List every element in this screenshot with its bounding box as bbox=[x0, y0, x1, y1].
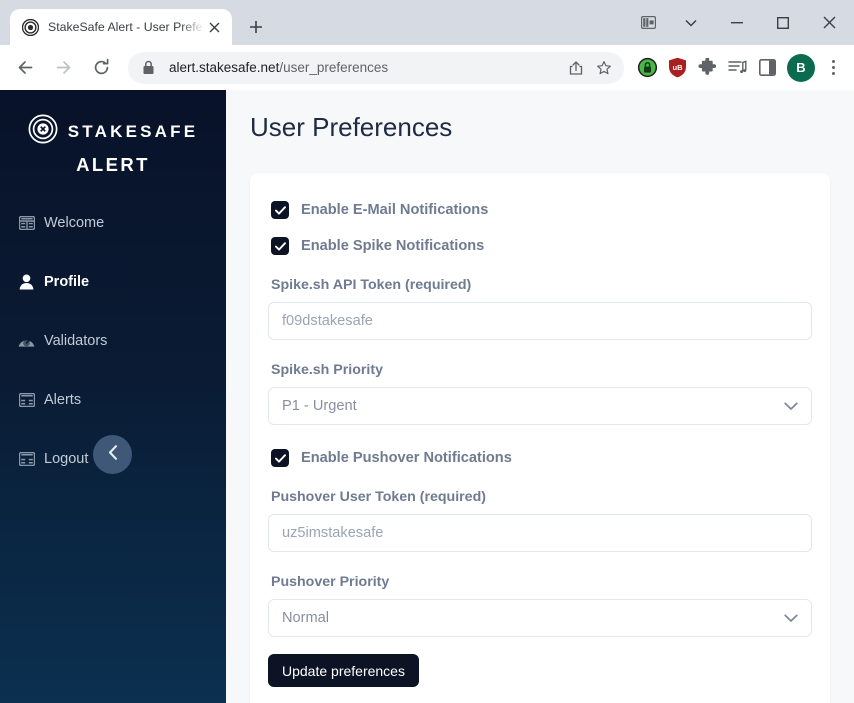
user-icon bbox=[18, 273, 35, 290]
spike-notifications-label: Enable Spike Notifications bbox=[301, 238, 485, 254]
sidebar-item-label: Logout bbox=[44, 450, 89, 467]
share-icon[interactable] bbox=[562, 54, 590, 82]
avatar-letter: B bbox=[796, 60, 806, 75]
svg-text:uB: uB bbox=[672, 63, 683, 72]
spike-notifications-checkbox[interactable] bbox=[271, 237, 289, 255]
avatar[interactable]: B bbox=[787, 53, 815, 82]
window-controls bbox=[628, 0, 854, 45]
menu-dot bbox=[831, 72, 835, 75]
tab-strip: StakeSafe Alert - User Preferences bbox=[0, 0, 628, 45]
reading-list-icon[interactable] bbox=[722, 53, 752, 83]
spike-priority-label: Spike.sh Priority bbox=[271, 362, 383, 378]
update-preferences-label: Update preferences bbox=[282, 662, 405, 679]
sidebar-collapse-button[interactable] bbox=[93, 435, 132, 474]
preferences-card: Enable E-Mail Notifications Enable Spike… bbox=[250, 173, 830, 703]
main-content: User Preferences Enable E-Mail Notificat… bbox=[226, 90, 854, 703]
sidebar-item-label: Profile bbox=[44, 273, 90, 290]
sidebar-item-validators[interactable]: Validators bbox=[0, 320, 226, 361]
minimize-button[interactable] bbox=[714, 7, 760, 39]
sidebar-item-label: Welcome bbox=[44, 214, 105, 231]
url-path: /user_preferences bbox=[279, 60, 389, 75]
stakesafe-target-logo bbox=[28, 114, 58, 149]
pushover-priority-value: Normal bbox=[282, 610, 330, 626]
ublock-shield-icon[interactable]: uB bbox=[662, 53, 692, 83]
pushover-token-input[interactable]: uz5imstakesafe bbox=[268, 514, 812, 552]
sidebar-item-welcome[interactable]: Welcome bbox=[0, 202, 226, 243]
maximize-button[interactable] bbox=[760, 7, 806, 39]
chevron-down-icon[interactable] bbox=[668, 7, 714, 39]
app-sidebar: STAKESAFE ALERT Welcome Profile Validato… bbox=[0, 90, 226, 703]
side-panel-icon[interactable] bbox=[752, 53, 782, 83]
spike-priority-value: P1 - Urgent bbox=[282, 398, 357, 414]
brand-name: STAKESAFE bbox=[67, 121, 199, 141]
brand-subtitle: ALERT bbox=[76, 154, 150, 175]
star-icon[interactable] bbox=[590, 54, 618, 82]
tab-title: StakeSafe Alert - User Preferences bbox=[48, 20, 204, 34]
grid-icon bbox=[18, 214, 35, 231]
chevron-down-icon bbox=[784, 614, 798, 623]
url-text: alert.stakesafe.net/user_preferences bbox=[169, 60, 562, 75]
spike-token-input[interactable]: f09dstakesafe bbox=[268, 302, 812, 340]
sidebar-item-label: Validators bbox=[44, 332, 108, 349]
browser-toolbar: alert.stakesafe.net/user_preferences uB … bbox=[0, 45, 854, 90]
close-icon[interactable] bbox=[204, 17, 224, 37]
pushover-token-label: Pushover User Token (required) bbox=[271, 489, 486, 505]
spike-token-label: Spike.sh API Token (required) bbox=[271, 277, 472, 293]
pushover-token-value: uz5imstakesafe bbox=[282, 525, 384, 541]
target-favicon bbox=[21, 18, 40, 36]
pushover-priority-select[interactable]: Normal bbox=[268, 599, 812, 637]
check-icon bbox=[274, 241, 286, 251]
menu-dot bbox=[831, 60, 835, 63]
page-title: User Preferences bbox=[250, 112, 453, 142]
sidebar-item-label: Alerts bbox=[44, 391, 82, 408]
email-notifications-checkbox[interactable] bbox=[271, 201, 289, 219]
pushover-priority-label: Pushover Priority bbox=[271, 574, 390, 590]
url-host: alert.stakesafe.net bbox=[169, 60, 280, 75]
check-icon bbox=[274, 205, 286, 215]
pushover-notifications-label: Enable Pushover Notifications bbox=[301, 450, 512, 466]
browser-titlebar: StakeSafe Alert - User Preferences bbox=[0, 0, 854, 45]
three-dot-menu-icon[interactable] bbox=[820, 53, 846, 83]
email-notifications-label: Enable E-Mail Notifications bbox=[301, 202, 489, 218]
address-bar[interactable]: alert.stakesafe.net/user_preferences bbox=[128, 51, 624, 84]
sidebar-item-profile[interactable]: Profile bbox=[0, 261, 226, 302]
brand-row: STAKESAFE bbox=[10, 114, 216, 149]
browser-tab[interactable]: StakeSafe Alert - User Preferences bbox=[10, 9, 232, 45]
spike-priority-select[interactable]: P1 - Urgent bbox=[268, 387, 812, 425]
grid-icon bbox=[18, 391, 35, 408]
new-tab-button[interactable] bbox=[242, 13, 270, 41]
menu-dot bbox=[831, 66, 835, 69]
update-preferences-button[interactable]: Update preferences bbox=[268, 654, 419, 687]
back-arrow-icon[interactable] bbox=[8, 51, 42, 85]
reload-icon[interactable] bbox=[84, 51, 118, 85]
email-notifications-row[interactable]: Enable E-Mail Notifications bbox=[271, 201, 812, 219]
pushover-notifications-row[interactable]: Enable Pushover Notifications bbox=[271, 449, 812, 467]
pushover-notifications-checkbox[interactable] bbox=[271, 449, 289, 467]
speedometer-icon bbox=[18, 332, 35, 349]
extensions-puzzle-icon[interactable] bbox=[692, 53, 722, 83]
tab-panel-icon[interactable] bbox=[628, 7, 668, 39]
spike-notifications-row[interactable]: Enable Spike Notifications bbox=[271, 237, 812, 255]
forward-arrow-icon[interactable] bbox=[46, 51, 80, 85]
spike-token-value: f09dstakesafe bbox=[282, 313, 373, 329]
grid-icon bbox=[18, 450, 35, 467]
password-manager-icon[interactable] bbox=[632, 53, 662, 83]
chevron-left-icon bbox=[108, 444, 118, 465]
check-icon bbox=[274, 453, 286, 463]
sidebar-item-alerts[interactable]: Alerts bbox=[0, 379, 226, 420]
chevron-down-icon bbox=[784, 402, 798, 411]
close-window-button[interactable] bbox=[806, 7, 852, 39]
page-viewport: STAKESAFE ALERT Welcome Profile Validato… bbox=[0, 90, 854, 703]
browser-window: StakeSafe Alert - User Preferences bbox=[0, 0, 854, 703]
brand: STAKESAFE ALERT bbox=[0, 110, 226, 176]
lock-icon bbox=[142, 60, 158, 76]
